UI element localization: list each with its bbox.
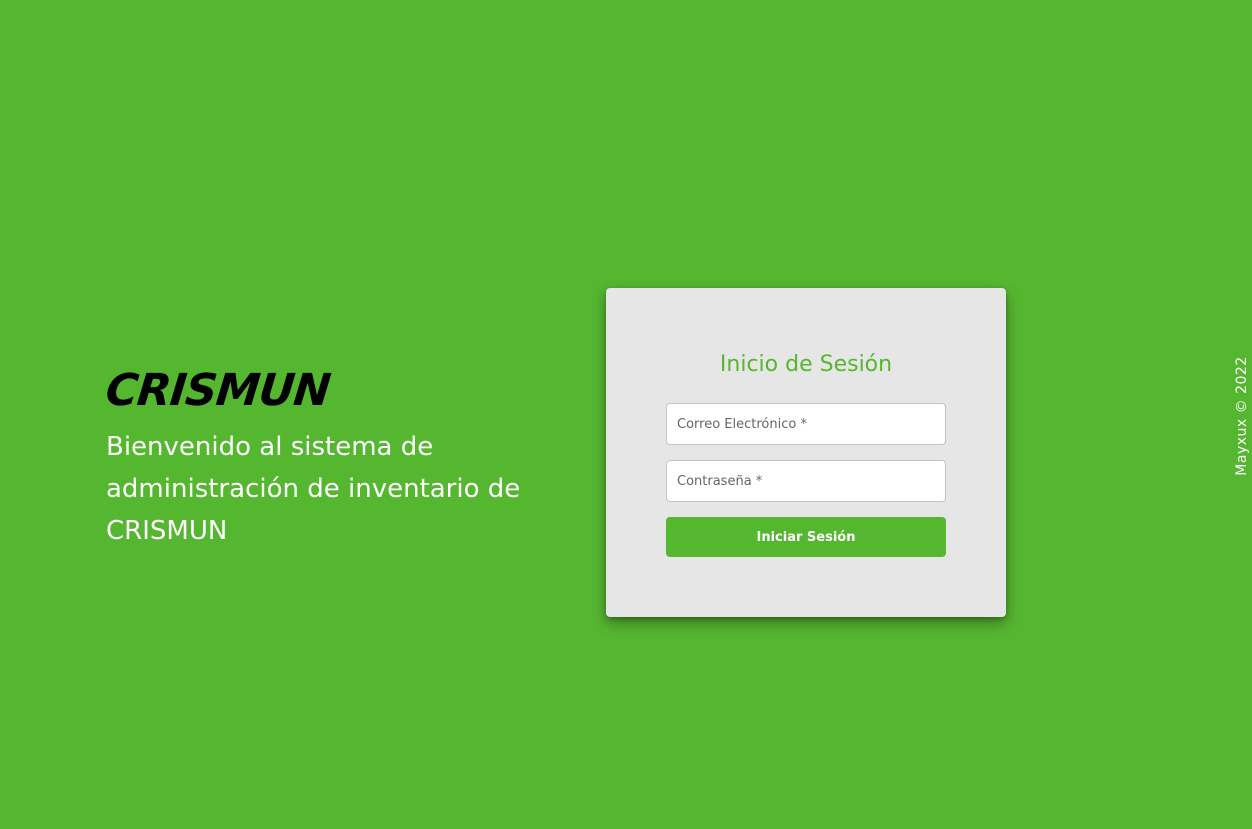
brand-section: CRISMUN Bienvenido al sistema de adminis… — [103, 365, 586, 552]
login-card: Inicio de Sesión Iniciar Sesión — [606, 288, 1006, 617]
welcome-message: Bienvenido al sistema de administración … — [106, 432, 521, 546]
login-title: Inicio de Sesión — [719, 352, 893, 377]
footer-credit: Mayxux © 2022 — [1234, 356, 1250, 476]
email-field[interactable] — [666, 403, 946, 445]
crismun-logo: CRISMUN — [103, 365, 333, 416]
password-field[interactable] — [666, 460, 946, 502]
login-button[interactable]: Iniciar Sesión — [666, 517, 946, 557]
